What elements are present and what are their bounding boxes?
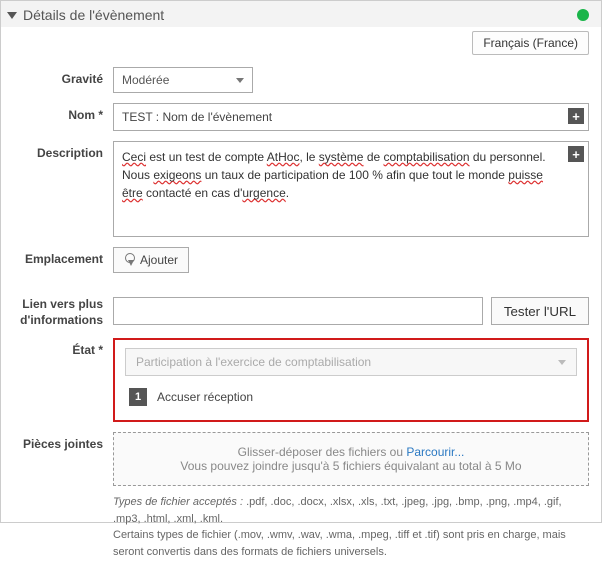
test-url-button[interactable]: Tester l'URL — [491, 297, 589, 325]
attachments-dropzone[interactable]: Glisser-déposer des fichiers ou Parcouri… — [113, 432, 589, 486]
label-severity: Gravité — [13, 67, 113, 86]
form: Gravité Modérée Nom * TEST : Nom de l'év… — [1, 27, 601, 580]
add-location-label: Ajouter — [140, 253, 178, 267]
state-value: Participation à l'exercice de comptabili… — [136, 355, 371, 369]
map-pin-icon — [124, 253, 134, 267]
collapse-icon[interactable] — [7, 12, 17, 19]
state-select[interactable]: Participation à l'exercice de comptabili… — [125, 348, 577, 376]
label-name: Nom * — [13, 103, 113, 122]
label-state: État * — [13, 338, 113, 357]
filetypes-info: Types de fichier acceptés : .pdf, .doc, … — [113, 494, 589, 560]
link-url-input[interactable] — [113, 297, 483, 325]
label-link: Lien vers plus d'informations — [13, 297, 113, 328]
name-input[interactable]: TEST : Nom de l'évènement + — [113, 103, 589, 131]
add-translation-icon[interactable]: + — [568, 108, 584, 124]
name-value: TEST : Nom de l'évènement — [122, 110, 272, 124]
state-section: Participation à l'exercice de comptabili… — [113, 338, 589, 422]
option-number-badge: 1 — [129, 388, 147, 406]
chevron-down-icon — [558, 360, 566, 365]
language-button[interactable]: Français (France) — [472, 31, 589, 55]
desc-line-2: Nous exigeons un taux de participation d… — [122, 166, 568, 184]
panel-header: Détails de l'évènement — [1, 1, 601, 27]
add-location-button[interactable]: Ajouter — [113, 247, 189, 273]
dropzone-line1: Glisser-déposer des fichiers ou Parcouri… — [122, 445, 580, 459]
label-description: Description — [13, 141, 113, 160]
panel-title: Détails de l'évènement — [23, 7, 164, 23]
chevron-down-icon — [236, 78, 244, 83]
option-label: Accuser réception — [157, 390, 253, 404]
label-location: Emplacement — [13, 247, 113, 266]
dropzone-line2: Vous pouvez joindre jusqu'à 5 fichiers é… — [122, 459, 580, 473]
severity-value: Modérée — [122, 73, 169, 87]
add-translation-icon[interactable]: + — [568, 146, 584, 162]
label-attachments: Pièces jointes — [13, 432, 113, 451]
status-indicator-icon — [577, 9, 589, 21]
desc-line-3: être contacté en cas d'urgence. — [122, 184, 568, 202]
desc-line-1: Ceci est un test de compte AtHoc, le sys… — [122, 148, 568, 166]
severity-select[interactable]: Modérée — [113, 67, 253, 93]
state-option-row: 1 Accuser réception — [129, 388, 577, 406]
description-textarea[interactable]: Ceci est un test de compte AtHoc, le sys… — [113, 141, 589, 237]
browse-link[interactable]: Parcourir... — [406, 445, 464, 459]
